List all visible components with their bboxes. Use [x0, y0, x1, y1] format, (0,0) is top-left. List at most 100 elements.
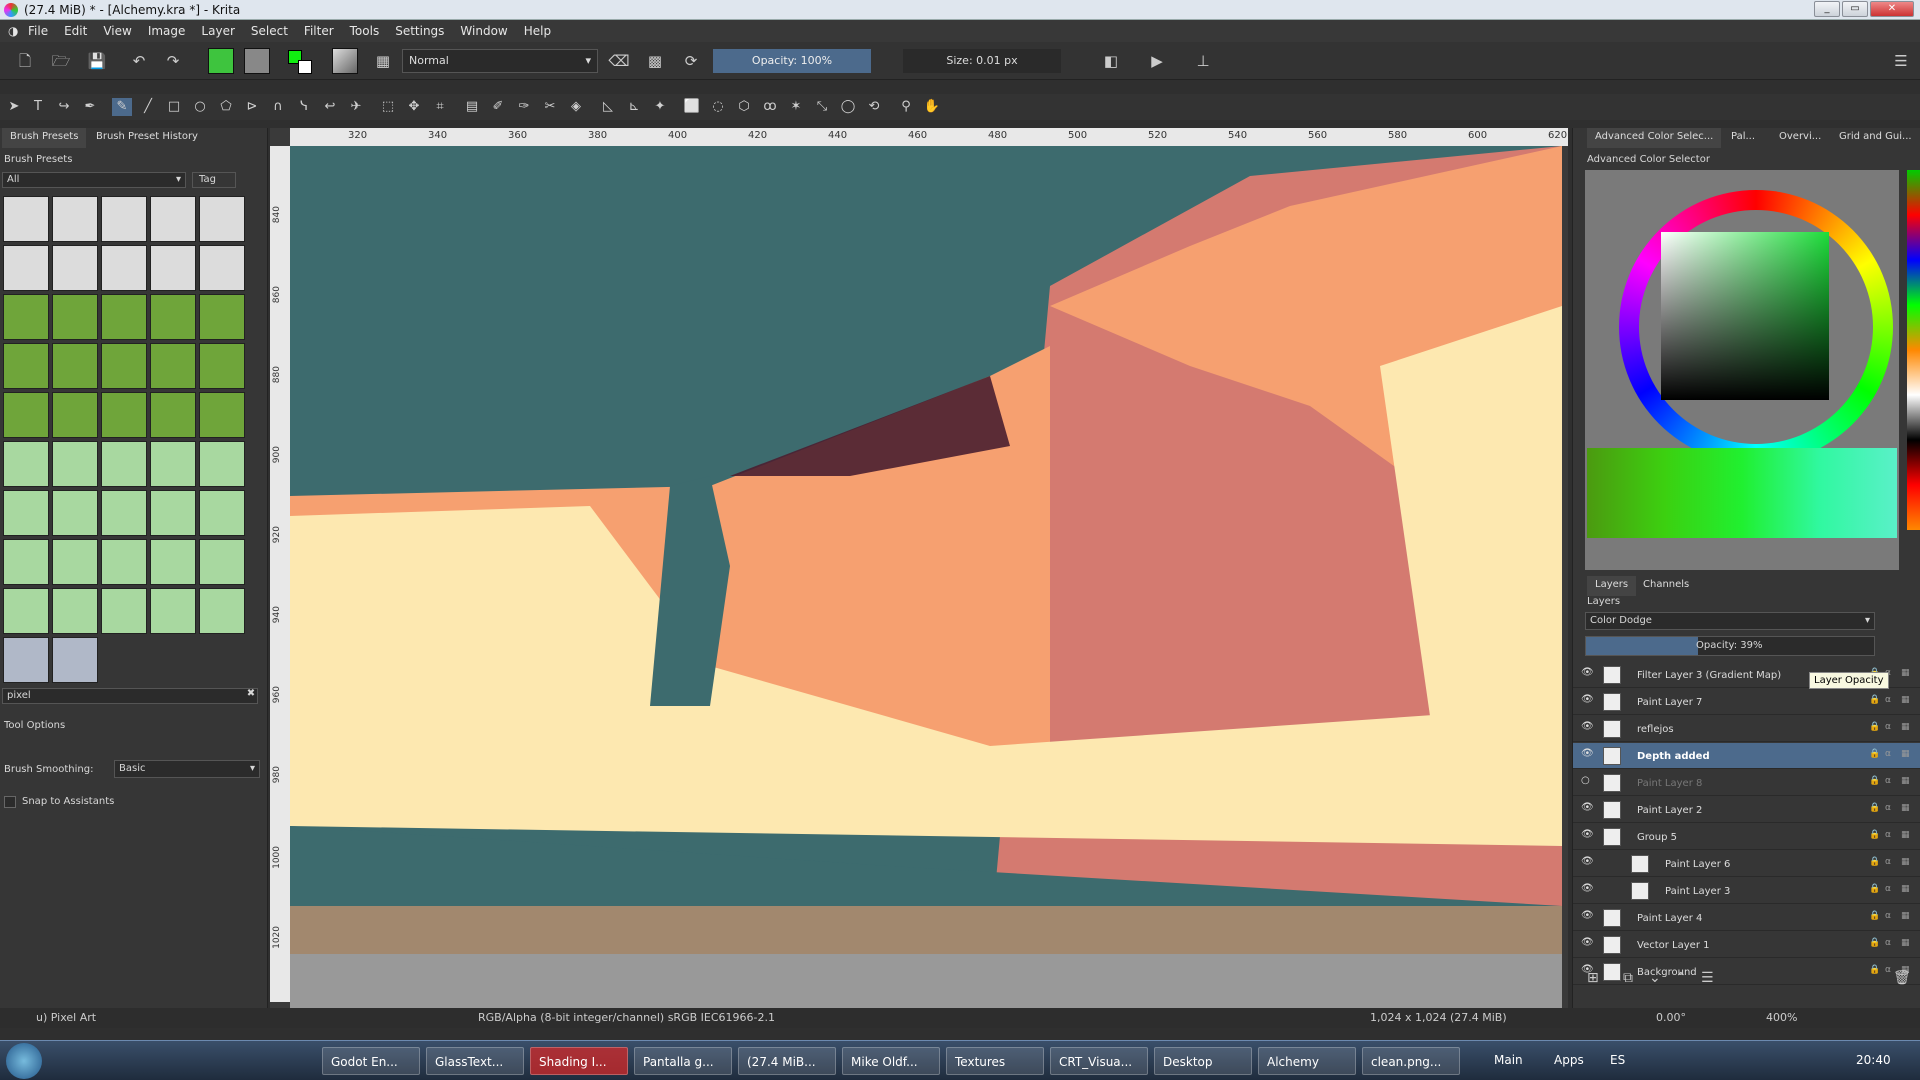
multibrush-icon[interactable]: ✈: [346, 98, 366, 116]
brush-preset-thumbnail[interactable]: [150, 294, 196, 340]
new-document-icon[interactable]: 🗋: [14, 50, 36, 72]
line-tool-icon[interactable]: ╱: [138, 98, 158, 116]
alpha-lock-icon[interactable]: ▦: [1901, 884, 1910, 894]
layer-row[interactable]: 👁 Paint Layer 4 🔒 α ▦: [1573, 905, 1920, 931]
visibility-eye-icon[interactable]: 👁: [1581, 829, 1594, 840]
visibility-eye-icon[interactable]: 👁: [1581, 748, 1594, 759]
canvas-image[interactable]: [290, 146, 1562, 954]
brush-preset-thumbnail[interactable]: [101, 294, 147, 340]
tag-button[interactable]: Tag: [192, 172, 236, 188]
smoothing-select[interactable]: Basic ▾: [114, 760, 260, 778]
layer-row[interactable]: 👁 Paint Layer 2 🔒 α ▦: [1573, 797, 1920, 823]
workspace-icon[interactable]: ▦: [372, 50, 394, 72]
menu-view[interactable]: View: [95, 24, 139, 38]
brush-preset-thumbnail[interactable]: [3, 245, 49, 291]
visibility-eye-icon[interactable]: 👁: [1581, 802, 1594, 813]
lock-icon[interactable]: 🔒: [1869, 776, 1880, 786]
menu-select[interactable]: Select: [243, 24, 296, 38]
visibility-eye-icon[interactable]: 👁: [1581, 694, 1594, 705]
text-tool-icon[interactable]: T: [28, 98, 48, 116]
tab-brush-presets[interactable]: Brush Presets: [2, 128, 87, 148]
maximize-button[interactable]: ▭: [1842, 1, 1868, 17]
taskbar-item[interactable]: GlassText...: [426, 1047, 524, 1075]
brush-preset-thumbnail[interactable]: [101, 539, 147, 585]
alpha-lock-icon[interactable]: ▦: [1901, 830, 1910, 840]
brush-preset-thumbnail[interactable]: [52, 343, 98, 389]
brush-preset-thumbnail[interactable]: [52, 490, 98, 536]
bezier-select-icon[interactable]: ◯: [838, 98, 858, 116]
pan-tool-icon[interactable]: ✋: [922, 98, 942, 116]
minimize-button[interactable]: _: [1814, 1, 1840, 17]
brush-preset-thumbnail[interactable]: [199, 539, 245, 585]
color-patches[interactable]: [1587, 448, 1897, 538]
brush-preset-thumbnail[interactable]: [199, 343, 245, 389]
tab-palette[interactable]: Pal...: [1723, 128, 1763, 148]
fill-tool-icon[interactable]: ◈: [566, 98, 586, 116]
tab-layers[interactable]: Layers: [1587, 576, 1637, 596]
brush-preset-thumbnail[interactable]: [101, 588, 147, 634]
tab-channels[interactable]: Channels: [1635, 576, 1697, 596]
brush-preset-thumbnail[interactable]: [101, 441, 147, 487]
taskbar-item[interactable]: CRT_Visua...: [1050, 1047, 1148, 1075]
tab-grid-guides[interactable]: Grid and Gui...: [1831, 128, 1920, 148]
alpha-lock-icon[interactable]: ▩: [644, 50, 666, 72]
mirror-horizontal-icon[interactable]: ◧: [1100, 50, 1122, 72]
start-button[interactable]: [6, 1043, 42, 1079]
menu-image[interactable]: Image: [140, 24, 194, 38]
brush-preset-thumbnail[interactable]: [150, 245, 196, 291]
visibility-eye-icon[interactable]: 👁: [1581, 667, 1594, 678]
color-history-strip[interactable]: [1907, 170, 1920, 530]
close-button[interactable]: ✕: [1870, 1, 1914, 17]
inherit-alpha-icon[interactable]: α: [1885, 830, 1891, 840]
brush-preset-thumbnail[interactable]: [52, 196, 98, 242]
lock-icon[interactable]: 🔒: [1869, 695, 1880, 705]
brush-preset-thumbnail[interactable]: [52, 392, 98, 438]
brush-preset-thumbnail[interactable]: [3, 441, 49, 487]
layer-row[interactable]: 👁 reflejos 🔒 α ▦: [1573, 716, 1920, 742]
brush-preset-thumbnail[interactable]: [199, 196, 245, 242]
polygon-tool-icon[interactable]: ⬠: [216, 98, 236, 116]
alpha-lock-icon[interactable]: ▦: [1901, 668, 1910, 678]
brush-preset-thumbnail[interactable]: [101, 196, 147, 242]
brush-preset-thumbnail[interactable]: [199, 490, 245, 536]
alpha-lock-icon[interactable]: ▦: [1901, 803, 1910, 813]
lock-icon[interactable]: 🔒: [1869, 884, 1880, 894]
reference-tool-icon[interactable]: ✦: [650, 98, 670, 116]
menu-tools[interactable]: Tools: [342, 24, 388, 38]
alpha-lock-icon[interactable]: ▦: [1901, 857, 1910, 867]
move-tool-icon[interactable]: ✥: [404, 98, 424, 116]
taskbar-item[interactable]: Desktop: [1154, 1047, 1252, 1075]
brush-preset-thumbnail[interactable]: [199, 441, 245, 487]
brush-preset-thumbnail[interactable]: [150, 196, 196, 242]
layer-row[interactable]: 👁 Group 5 🔒 α ▦: [1573, 824, 1920, 850]
inherit-alpha-icon[interactable]: α: [1885, 911, 1891, 921]
inherit-alpha-icon[interactable]: α: [1885, 857, 1891, 867]
magnetic-select-icon[interactable]: ⟲: [864, 98, 884, 116]
brush-preset-thumbnail[interactable]: [3, 637, 49, 683]
reload-preset-icon[interactable]: ⟳: [680, 50, 702, 72]
alpha-lock-icon[interactable]: ▦: [1901, 911, 1910, 921]
visibility-eye-icon[interactable]: 👁: [1581, 856, 1594, 867]
layer-row[interactable]: 👁 Depth added 🔒 α ▦: [1573, 743, 1920, 769]
gradient-swatch[interactable]: [208, 48, 234, 74]
brush-preset-thumbnail[interactable]: [101, 392, 147, 438]
pattern-swatch[interactable]: [244, 48, 270, 74]
brush-preset-thumbnail[interactable]: [101, 245, 147, 291]
visibility-eye-icon[interactable]: 👁: [1581, 910, 1594, 921]
brush-preset-thumbnail[interactable]: [52, 245, 98, 291]
brush-preset-thumbnail[interactable]: [3, 294, 49, 340]
brush-preset-thumbnail[interactable]: [52, 441, 98, 487]
ellipse-select-icon[interactable]: ◌: [708, 98, 728, 116]
brush-preset-thumbnail[interactable]: [52, 637, 98, 683]
brush-preset-thumbnail[interactable]: [3, 588, 49, 634]
menu-window[interactable]: Window: [452, 24, 515, 38]
menu-help[interactable]: Help: [516, 24, 559, 38]
brush-preset-thumbnail[interactable]: [150, 490, 196, 536]
ellipse-tool-icon[interactable]: ○: [190, 98, 210, 116]
inherit-alpha-icon[interactable]: α: [1885, 695, 1891, 705]
inherit-alpha-icon[interactable]: α: [1885, 884, 1891, 894]
crop-tool-icon[interactable]: ⌗: [430, 98, 450, 116]
calligraphy-icon[interactable]: ✒: [80, 98, 100, 116]
transform-tool-icon[interactable]: ⬚: [378, 98, 398, 116]
add-layer-icon[interactable]: ⊞: [1587, 970, 1599, 986]
